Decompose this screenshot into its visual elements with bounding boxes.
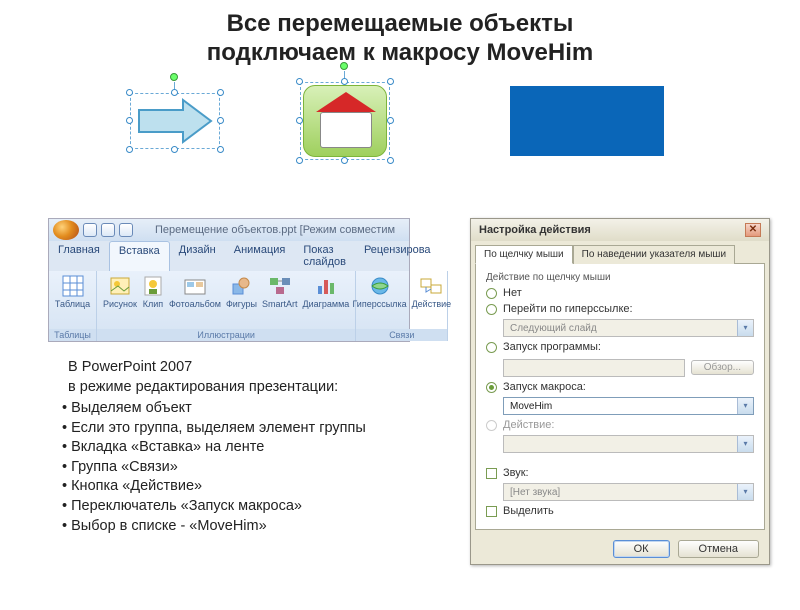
ribbon-item-chart[interactable]: Диаграмма — [302, 275, 349, 309]
tab-design[interactable]: Дизайн — [170, 241, 225, 271]
radio-object-action: Действие: — [486, 419, 754, 431]
ribbon-tabs: Главная Вставка Дизайн Анимация Показ сл… — [49, 241, 409, 271]
checkbox-highlight[interactable]: Выделить — [486, 505, 754, 517]
chevron-down-icon: ▾ — [737, 436, 753, 452]
tab-animation[interactable]: Анимация — [225, 241, 295, 271]
radio-none[interactable]: Нет — [486, 287, 754, 299]
chart-icon — [315, 275, 337, 297]
group-links-label: Связи — [356, 329, 447, 341]
checkbox-icon — [486, 506, 497, 517]
selected-arrow-shape[interactable] — [130, 93, 220, 149]
instr-bullet: Выбор в списке - «MoveHim» — [62, 517, 366, 537]
tab-review[interactable]: Рецензирова — [355, 241, 440, 271]
ribbon-item-table[interactable]: Таблица — [55, 275, 90, 309]
instr-bullet: Группа «Связи» — [62, 458, 366, 478]
rotation-handle-icon[interactable] — [340, 62, 348, 70]
ribbon: Перемещение объектов.ppt [Режим совмести… — [48, 218, 410, 342]
chevron-down-icon: ▾ — [737, 320, 753, 336]
chevron-down-icon[interactable]: ▾ — [737, 398, 753, 414]
house-icon — [303, 85, 387, 157]
instr-bullet: Переключатель «Запуск макроса» — [62, 497, 366, 517]
arrow-icon — [135, 98, 215, 144]
qat-undo-icon[interactable] — [101, 223, 115, 237]
photoalbum-icon — [184, 275, 206, 297]
picture-icon — [109, 275, 131, 297]
rotation-handle-icon[interactable] — [170, 73, 178, 81]
checkbox-icon — [486, 468, 497, 479]
ribbon-item-shapes[interactable]: Фигуры — [226, 275, 257, 309]
action-settings-dialog: Настройка действия ✕ По щелчку мыши По н… — [470, 218, 770, 565]
title-line-1: Все перемещаемые объекты — [0, 10, 800, 39]
ribbon-item-photoalbum[interactable]: Фотоальбом — [169, 275, 221, 309]
radio-hyperlink[interactable]: Перейти по гиперссылке: — [486, 303, 754, 315]
instr-header-2: в режиме редактирования презентации: — [60, 378, 366, 398]
group-illustrations-label: Иллюстрации — [97, 329, 355, 341]
tab-home[interactable]: Главная — [49, 241, 109, 271]
radio-icon — [486, 304, 497, 315]
program-path-input — [503, 359, 685, 377]
tab-on-hover[interactable]: По наведении указателя мыши — [573, 245, 735, 264]
tab-slideshow[interactable]: Показ слайдов — [294, 241, 355, 271]
instr-bullet: Если это группа, выделяем элемент группы — [62, 419, 366, 439]
tab-insert[interactable]: Вставка — [109, 241, 170, 271]
ribbon-item-hyperlink[interactable]: Гиперссылка — [352, 275, 406, 309]
radio-run-macro[interactable]: Запуск макроса: — [486, 381, 754, 393]
radio-icon — [486, 420, 497, 431]
ribbon-item-smartart[interactable]: SmartArt — [262, 275, 298, 309]
dialog-title: Настройка действия — [479, 224, 591, 236]
document-title: Перемещение объектов.ppt [Режим совмести… — [155, 224, 395, 236]
close-icon[interactable]: ✕ — [745, 223, 761, 237]
ok-button[interactable]: ОК — [613, 540, 670, 558]
tab-on-click[interactable]: По щелчку мыши — [475, 245, 573, 264]
radio-icon — [486, 382, 497, 393]
office-button-icon[interactable] — [53, 220, 79, 240]
instr-bullet: Выделяем объект — [62, 399, 366, 419]
title-line-2: подключаем к макросу MoveHim — [0, 39, 800, 68]
selected-house-shape[interactable] — [300, 82, 390, 160]
ribbon-item-clipart[interactable]: Клип — [142, 275, 164, 309]
table-icon — [62, 275, 84, 297]
action-icon — [420, 275, 442, 297]
instructions-block: В PowerPoint 2007 в режиме редактировани… — [60, 358, 366, 538]
browse-button: Обзор... — [691, 360, 754, 375]
ribbon-item-picture[interactable]: Рисунок — [103, 275, 137, 309]
cancel-button[interactable]: Отмена — [678, 540, 759, 558]
action-group-label: Действие по щелчку мыши — [486, 272, 754, 283]
smartart-icon — [269, 275, 291, 297]
instr-bullet: Кнопка «Действие» — [62, 477, 366, 497]
globe-icon — [369, 275, 391, 297]
instr-bullet: Вкладка «Вставка» на ленте — [62, 438, 366, 458]
chevron-down-icon: ▾ — [737, 484, 753, 500]
group-tables-label: Таблицы — [49, 329, 96, 341]
shapes-icon — [230, 275, 252, 297]
object-action-combo: ▾ — [503, 435, 754, 453]
blue-rectangle-shape[interactable] — [510, 86, 664, 156]
ribbon-titlebar: Перемещение объектов.ppt [Режим совмести… — [49, 219, 409, 241]
qat-save-icon[interactable] — [83, 223, 97, 237]
macro-combo[interactable]: MoveHim▾ — [503, 397, 754, 415]
radio-icon — [486, 288, 497, 299]
ribbon-item-action[interactable]: Действие — [412, 275, 452, 309]
radio-run-program[interactable]: Запуск программы: — [486, 341, 754, 353]
checkbox-sound[interactable]: Звук: — [486, 467, 754, 479]
sound-combo: [Нет звука]▾ — [503, 483, 754, 501]
hyperlink-combo: Следующий слайд▾ — [503, 319, 754, 337]
radio-icon — [486, 342, 497, 353]
instr-header-1: В PowerPoint 2007 — [60, 358, 366, 378]
clipart-icon — [142, 275, 164, 297]
qat-redo-icon[interactable] — [119, 223, 133, 237]
